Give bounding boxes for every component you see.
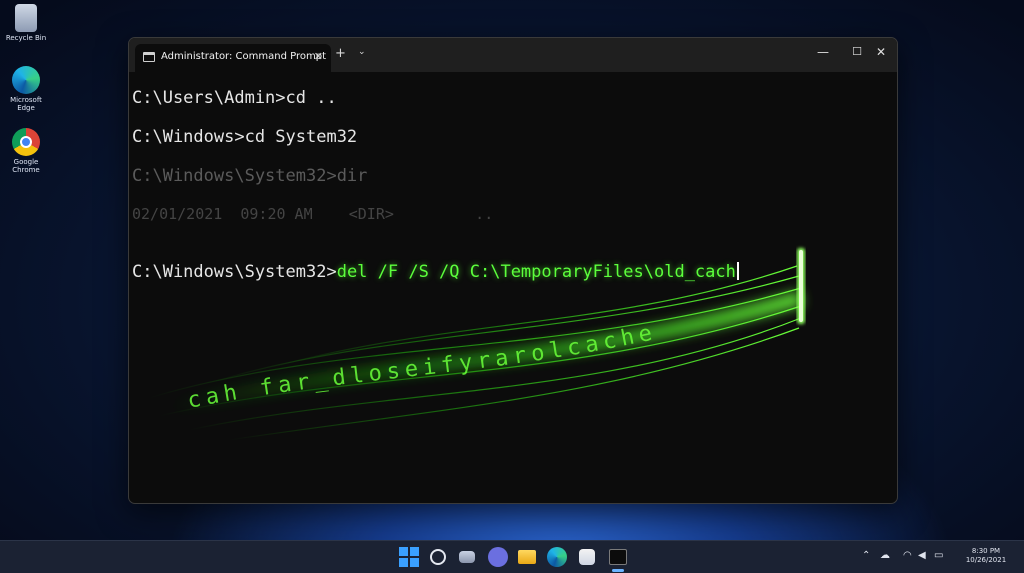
edge-label: Microsoft Edge (10, 96, 42, 112)
clock-date: 10/26/2021 (965, 556, 1007, 564)
start-button-icon[interactable] (399, 547, 419, 567)
speaker-icon[interactable]: ◀ (918, 550, 926, 561)
chrome-shortcut[interactable]: Google Chrome (4, 128, 48, 174)
edge-icon (12, 66, 40, 94)
search-icon[interactable] (430, 549, 446, 565)
recycle-bin-icon (15, 4, 37, 32)
edge-shortcut[interactable]: Microsoft Edge (4, 66, 48, 112)
recycle-bin-shortcut[interactable]: Recycle Bin (4, 4, 48, 42)
wifi-icon[interactable]: ◠ (903, 550, 912, 561)
recycle-bin-label: Recycle Bin (5, 34, 47, 42)
store-icon[interactable] (579, 549, 595, 565)
edge-taskbar-icon[interactable] (547, 547, 567, 567)
clock-time: 8:30 PM (971, 547, 1001, 555)
taskbar: ⌃ ☁ ◠ ◀ ▭ 8:30 PM 10/26/2021 (0, 540, 1024, 573)
green-glow-swoosh: cah far_dloseifyrarolcache (148, 248, 805, 441)
chat-icon[interactable] (488, 547, 508, 567)
file-explorer-icon[interactable] (518, 550, 536, 564)
flying-letters: cah far_dloseifyrarolcache (185, 320, 659, 414)
chrome-label: Google Chrome (12, 158, 40, 174)
clock[interactable]: 8:30 PM 10/26/2021 (956, 547, 1016, 565)
cloud-icon[interactable]: ☁ (880, 550, 890, 561)
chrome-icon (12, 128, 40, 156)
task-view-icon[interactable] (459, 551, 475, 563)
battery-icon[interactable]: ▭ (934, 550, 943, 561)
terminal-taskbar-icon[interactable] (609, 549, 627, 565)
terminal-window[interactable]: Administrator: Command Prompt ✕ + ⌄ — ☐ … (128, 37, 898, 504)
chevron-up-icon[interactable]: ⌃ (862, 550, 870, 561)
